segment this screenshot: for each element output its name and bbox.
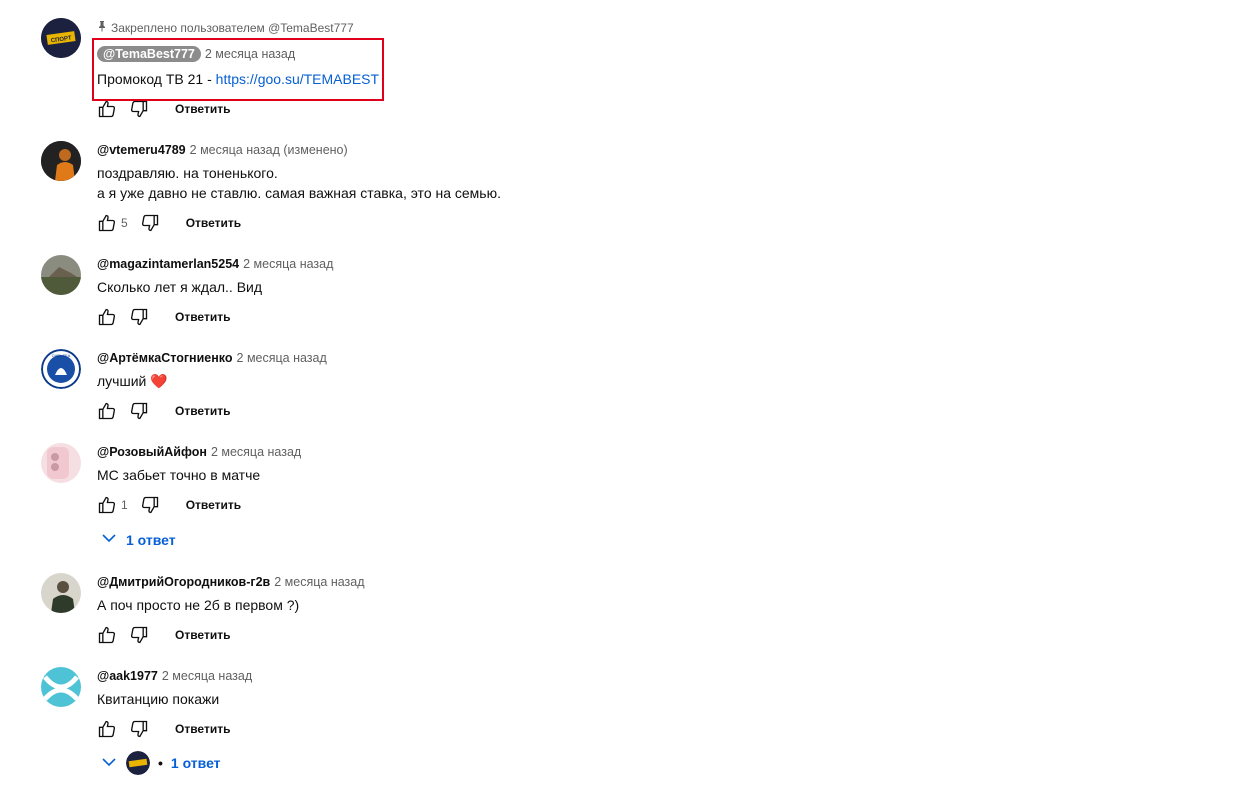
author-name[interactable]: @ДмитрийОгородников-г2в (97, 575, 270, 589)
comment-text: МС забьет точно в матче (97, 467, 261, 483)
thumbs-up-icon (98, 496, 116, 514)
thumbs-up-icon (98, 308, 116, 326)
dislike-button[interactable] (127, 717, 151, 741)
thumbs-up-icon (98, 402, 116, 420)
comment-actions: Ответить (95, 717, 230, 741)
author-name[interactable]: @vtemeru4789 (97, 143, 186, 157)
comment-text: А поч просто не 2б в первом ?) (97, 597, 300, 613)
timestamp[interactable]: 2 месяца назад (243, 257, 333, 271)
separator-dot: • (158, 755, 163, 771)
dislike-button[interactable] (138, 493, 162, 517)
dislike-button[interactable] (138, 211, 162, 235)
thumbs-up-icon (98, 100, 116, 118)
author-name[interactable]: @aak1977 (97, 669, 158, 683)
thumbs-up-icon (98, 720, 116, 738)
comment-header: @aak1977 2 месяца назад (97, 669, 252, 683)
highlight-box (92, 38, 384, 101)
timestamp[interactable]: 2 месяца назад (274, 575, 364, 589)
comment-text-line: а я уже давно не ставлю. самая важная ст… (97, 185, 501, 201)
avatar[interactable]: CHELSEA (41, 349, 81, 389)
comment-text: лучший ❤️ (97, 373, 168, 389)
like-button[interactable] (95, 717, 119, 741)
timestamp[interactable]: 2 месяца назад (162, 669, 252, 683)
thumbs-down-icon (130, 626, 148, 644)
like-button[interactable] (95, 305, 119, 329)
avatar[interactable] (41, 141, 81, 181)
reply-button[interactable]: Ответить (175, 404, 230, 418)
comment-actions: 1 Ответить (95, 493, 241, 517)
reply-author-avatar (126, 751, 150, 775)
thumbs-down-icon (130, 308, 148, 326)
comment-header: @АртёмкаСтогниенко 2 месяца назад (97, 351, 327, 365)
comment-actions: Ответить (95, 399, 230, 423)
pinned-label: Закреплено пользователем @TemaBest777 (97, 20, 354, 35)
replies-count: 1 ответ (126, 531, 176, 548)
timestamp[interactable]: 2 месяца назад (211, 445, 301, 459)
comment-text-line: поздравляю. на тоненького. (97, 165, 278, 181)
comment-header: @РозовыйАйфон 2 месяца назад (97, 445, 301, 459)
thumbs-up-icon (98, 626, 116, 644)
reply-button[interactable]: Ответить (175, 722, 230, 736)
comment-header: @ДмитрийОгородников-г2в 2 месяца назад (97, 575, 365, 589)
replies-count: 1 ответ (170, 755, 221, 771)
reply-button[interactable]: Ответить (175, 102, 230, 116)
author-name[interactable]: @АртёмкаСтогниенко (97, 351, 233, 365)
author-name[interactable]: @РозовыйАйфон (97, 445, 207, 459)
dislike-button[interactable] (127, 623, 151, 647)
avatar[interactable]: СПОРТ (41, 18, 81, 58)
pin-icon (97, 20, 107, 35)
replies-toggle[interactable]: • 1 ответ (100, 751, 221, 775)
timestamp[interactable]: 2 месяца назад (237, 351, 327, 365)
dislike-button[interactable] (127, 399, 151, 423)
reply-button[interactable]: Ответить (186, 498, 241, 512)
avatar[interactable] (41, 255, 81, 295)
reply-button[interactable]: Ответить (175, 628, 230, 642)
chevron-down-icon (100, 529, 118, 550)
thumbs-up-icon (98, 214, 116, 232)
author-name[interactable]: @magazintamerlan5254 (97, 257, 239, 271)
comment-text: Квитанцию покажи (97, 691, 220, 707)
like-button[interactable] (95, 399, 119, 423)
like-button[interactable] (95, 211, 119, 235)
dislike-button[interactable] (127, 305, 151, 329)
like-button[interactable] (95, 493, 119, 517)
thumbs-down-icon (141, 496, 158, 514)
reply-button[interactable]: Ответить (186, 216, 241, 230)
comment-actions: Ответить (95, 305, 230, 329)
pinned-text: Закреплено пользователем @TemaBest777 (111, 20, 354, 35)
replies-toggle[interactable]: 1 ответ (100, 529, 176, 550)
avatar[interactable] (41, 573, 81, 613)
thumbs-down-icon (130, 100, 148, 118)
like-count: 5 (121, 216, 128, 230)
chevron-down-icon (100, 753, 118, 774)
timestamp[interactable]: 2 месяца назад (изменено) (190, 143, 348, 157)
like-button[interactable] (95, 623, 119, 647)
thumbs-down-icon (130, 720, 148, 738)
comment-text: Сколько лет я ждал.. Вид (97, 279, 263, 295)
reply-button[interactable]: Ответить (175, 310, 230, 324)
avatar-logo-text: CHELSEA (52, 353, 71, 358)
comment-header: @vtemeru4789 2 месяца назад (изменено) (97, 143, 348, 157)
avatar[interactable] (41, 667, 81, 707)
comment-actions: 5 Ответить (95, 211, 241, 235)
avatar[interactable] (41, 443, 81, 483)
comment-header: @magazintamerlan5254 2 месяца назад (97, 257, 333, 271)
thumbs-down-icon (130, 402, 148, 420)
comment-actions: Ответить (95, 623, 230, 647)
thumbs-down-icon (141, 214, 158, 232)
like-count: 1 (121, 498, 128, 512)
